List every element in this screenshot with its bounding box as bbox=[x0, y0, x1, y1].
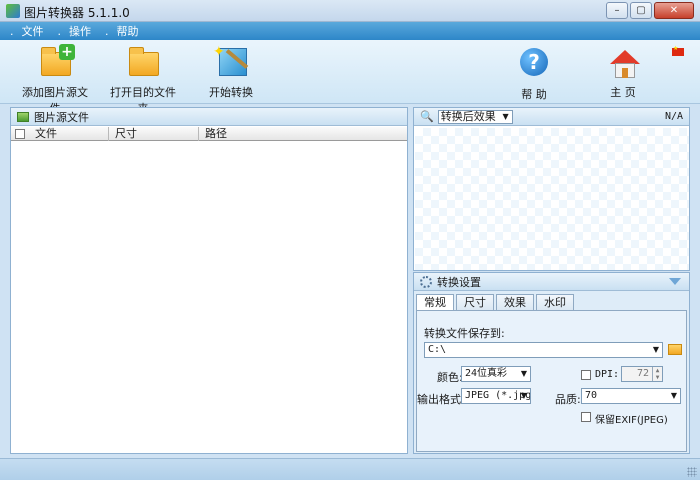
convert-wand-icon: ✦ bbox=[213, 44, 249, 80]
source-panel-header: 图片源文件 bbox=[11, 108, 407, 126]
menu-help[interactable]: . 帮助 bbox=[105, 23, 139, 39]
home-icon bbox=[605, 46, 641, 80]
settings-panel: 转换设置 常规 尺寸 效果 水印 转换文件保存到: C:\ 颜色: 24位真彩 … bbox=[413, 272, 690, 454]
column-size[interactable]: 尺寸 bbox=[109, 127, 199, 141]
dpi-spinner[interactable]: ▲ ▼ bbox=[652, 367, 662, 381]
column-file[interactable]: 文件 bbox=[29, 127, 109, 141]
toolbar: + 添加图片源文件 打开目的文件夹 ✦ 开始转换 ? 帮 助 主 页 bbox=[0, 40, 700, 115]
folder-icon bbox=[125, 46, 161, 80]
quality-label: 品质: bbox=[555, 393, 581, 406]
tab-watermark[interactable]: 水印 bbox=[536, 294, 574, 311]
format-label: 输出格式: bbox=[417, 393, 465, 406]
dpi-label: DPI: bbox=[595, 369, 620, 380]
file-table-header: 文件 尺寸 路径 bbox=[11, 127, 407, 141]
preview-header: 🔍 转换后效果 bbox=[414, 108, 689, 126]
home-label: 主 页 bbox=[610, 86, 636, 99]
settings-title: 转换设置 bbox=[437, 275, 481, 289]
preview-panel: 🔍 转换后效果 N/A bbox=[413, 107, 690, 271]
column-path[interactable]: 路径 bbox=[199, 127, 407, 141]
quality-select[interactable]: 70 bbox=[581, 388, 681, 404]
title-bar: 图片转换器 5.1.1.0 – ▢ ✕ bbox=[0, 0, 700, 22]
maximize-button[interactable]: ▢ bbox=[630, 2, 652, 19]
source-panel-title: 图片源文件 bbox=[34, 110, 89, 124]
dpi-checkbox[interactable] bbox=[581, 370, 591, 380]
home-button[interactable]: 主 页 bbox=[603, 46, 643, 100]
menu-file[interactable]: . 文件 bbox=[10, 23, 44, 39]
help-button[interactable]: ? 帮 助 bbox=[514, 46, 554, 102]
exif-label: 保留EXIF(JPEG) bbox=[595, 415, 668, 426]
resize-grip-icon[interactable] bbox=[687, 467, 697, 477]
settings-header: 转换设置 bbox=[414, 273, 689, 291]
window-title: 图片转换器 5.1.1.0 bbox=[24, 6, 130, 20]
app-icon bbox=[6, 4, 20, 18]
start-convert-label: 开始转换 bbox=[209, 86, 253, 99]
color-select[interactable]: 24位真彩 bbox=[461, 366, 531, 382]
format-select[interactable]: JPEG (*.jpg bbox=[461, 388, 531, 404]
save-path-field[interactable]: C:\ bbox=[424, 342, 663, 358]
menu-operate[interactable]: . 操作 bbox=[58, 23, 92, 39]
open-target-button[interactable]: 打开目的文件夹 bbox=[106, 46, 180, 116]
source-files-panel: 图片源文件 文件 尺寸 路径 bbox=[10, 107, 408, 454]
tab-size[interactable]: 尺寸 bbox=[456, 294, 494, 311]
preview-mode-select[interactable]: 转换后效果 bbox=[437, 109, 513, 124]
select-all-checkbox[interactable] bbox=[15, 129, 25, 139]
exif-checkbox[interactable] bbox=[581, 412, 591, 422]
preview-canvas bbox=[415, 128, 689, 270]
window-controls: – ▢ ✕ bbox=[604, 2, 694, 19]
zoom-icon: 🔍 bbox=[420, 110, 434, 123]
color-label: 颜色: bbox=[437, 371, 463, 384]
close-button[interactable]: ✕ bbox=[654, 2, 694, 19]
language-flag-icon[interactable] bbox=[672, 45, 684, 56]
add-source-button[interactable]: + 添加图片源文件 bbox=[18, 44, 92, 116]
preview-info: N/A bbox=[664, 111, 683, 122]
settings-tabs: 常规 尺寸 效果 水印 bbox=[416, 294, 576, 312]
file-list[interactable] bbox=[11, 142, 407, 453]
tab-effect[interactable]: 效果 bbox=[496, 294, 534, 311]
image-icon bbox=[17, 111, 29, 122]
help-label: 帮 助 bbox=[521, 88, 547, 101]
minimize-button[interactable]: – bbox=[606, 2, 628, 19]
dpi-field[interactable]: 72 ▲ ▼ bbox=[621, 366, 663, 382]
add-folder-icon: + bbox=[37, 44, 75, 80]
collapse-arrow-icon[interactable] bbox=[669, 278, 681, 285]
menu-bar: . 文件 . 操作 . 帮助 bbox=[0, 22, 700, 40]
help-icon: ? bbox=[516, 48, 552, 82]
browse-folder-icon[interactable] bbox=[668, 344, 682, 355]
status-bar bbox=[0, 458, 700, 480]
gear-icon bbox=[420, 275, 432, 288]
general-tab-body: 转换文件保存到: C:\ 颜色: 24位真彩 DPI: 72▲▼ 输出格式: J… bbox=[416, 310, 687, 452]
start-convert-button[interactable]: ✦ 开始转换 bbox=[206, 44, 256, 100]
save-to-label: 转换文件保存到: bbox=[424, 327, 505, 340]
